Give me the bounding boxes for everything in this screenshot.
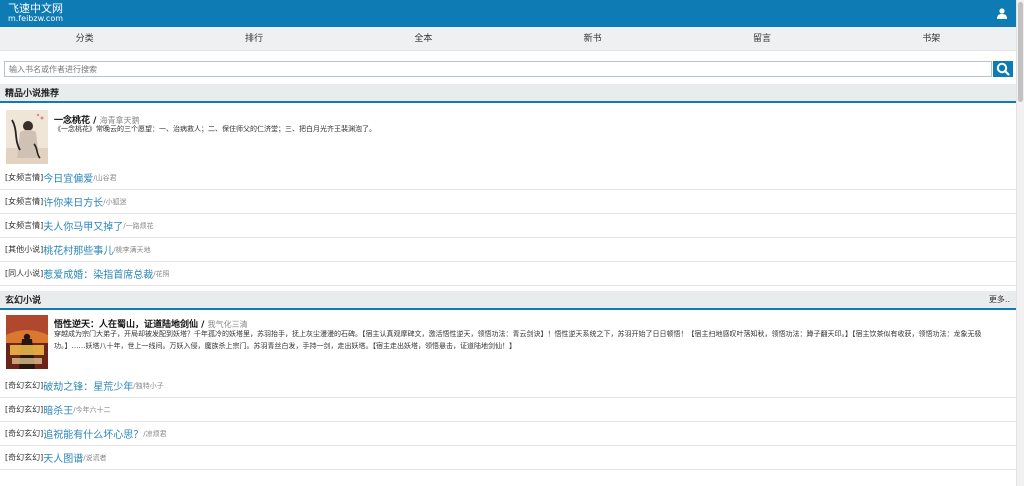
nav-item-bookshelf[interactable]: 书架 xyxy=(847,27,1016,50)
book-title-link[interactable]: 惹爱成婚：染指首席总裁 xyxy=(43,266,153,281)
section-header-recommended: 精品小说推荐 xyxy=(0,84,1016,103)
book-category: [同人小说] xyxy=(5,269,44,278)
book-title-link[interactable]: 破劫之锋：星荒少年 xyxy=(43,378,133,393)
section-title: 玄幻小说 xyxy=(5,296,42,306)
top-bar: 飞速中文网 m.feibzw.com xyxy=(0,0,1016,27)
search-button[interactable] xyxy=(993,61,1013,77)
nav-item-category[interactable]: 分类 xyxy=(0,27,169,50)
book-title-link[interactable]: 今日宜偏爱 xyxy=(43,170,93,185)
list-item: [女频言情] 今日宜偏爱 /山谷君 xyxy=(0,166,1016,190)
book-description: 穿越成为宗门大弟子，开局却被发配到妖塔？千年孤冷的妖塔里，苏羽抬手，抚上灰尘漫漫… xyxy=(54,330,982,350)
list-item: [女频言情] 夫人你马甲又掉了 /一路烦花 xyxy=(0,214,1016,238)
section-title: 精品小说推荐 xyxy=(5,89,60,99)
book-author: /凉烦君 xyxy=(143,429,167,438)
book-category: [奇幻玄幻] xyxy=(5,429,44,438)
book-category: [奇幻玄幻] xyxy=(5,405,44,414)
book-category: [女频言情] xyxy=(5,197,44,206)
main-content: 飞速中文网 m.feibzw.com 分类 排行 全本 新书 留言 书架 输入书… xyxy=(0,0,1016,486)
featured-book[interactable]: 一念桃花 / 海青拿天鹅 《一念桃花》常晚云的三个愿望：一、治病救人；二、保住师… xyxy=(0,103,1016,166)
book-title-link[interactable]: 天人图谱 xyxy=(43,450,83,465)
book-title-link[interactable]: 桃花村那些事儿 xyxy=(43,242,113,257)
book-title-link[interactable]: 暗杀王 xyxy=(43,402,73,417)
site-name: 飞速中文网 xyxy=(8,2,63,15)
nav-item-ranking[interactable]: 排行 xyxy=(169,27,338,50)
list-item: [女频言情] 许你来日方长 /小狐迷 xyxy=(0,190,1016,214)
search-icon xyxy=(996,62,1010,76)
nav-item-new-books[interactable]: 新书 xyxy=(508,27,677,50)
book-title-link[interactable]: 夫人你马甲又掉了 xyxy=(43,218,123,233)
list-item: [奇幻玄幻] 暗杀王 /今年六十二 xyxy=(0,398,1016,422)
book-author: /独特小子 xyxy=(133,381,164,390)
main-nav: 分类 排行 全本 新书 留言 书架 xyxy=(0,27,1016,51)
nav-item-complete[interactable]: 全本 xyxy=(339,27,508,50)
nav-item-messages[interactable]: 留言 xyxy=(677,27,846,50)
book-cover[interactable] xyxy=(6,110,48,164)
list-item: [奇幻玄幻] 追祝能有什么坏心思？ /凉烦君 xyxy=(0,422,1016,446)
user-icon[interactable] xyxy=(997,8,1007,19)
search-bar xyxy=(4,61,1013,79)
book-category: [女频言情] xyxy=(5,173,44,182)
site-domain: m.feibzw.com xyxy=(8,14,64,23)
book-category: [奇幻玄幻] xyxy=(5,453,44,462)
book-cover[interactable] xyxy=(6,315,48,369)
search-input[interactable] xyxy=(4,61,992,77)
book-author: /山谷君 xyxy=(93,173,117,182)
book-author: /一路烦花 xyxy=(123,221,154,230)
book-description: 《一念桃花》常晚云的三个愿望：一、治病救人；二、保住师父的仁济堂；三、把白月光齐… xyxy=(54,125,376,133)
book-title-link[interactable]: 许你来日方长 xyxy=(43,194,103,209)
book-category: [其他小说] xyxy=(5,245,44,254)
book-category: [奇幻玄幻] xyxy=(5,381,44,390)
book-author: /桃李满天地 xyxy=(113,245,151,254)
more-link[interactable]: 更多.. xyxy=(989,294,1010,305)
book-author: /说谎者 xyxy=(83,453,107,462)
book-author: /花照 xyxy=(153,269,170,278)
book-author: /小狐迷 xyxy=(103,197,127,206)
book-author: /今年六十二 xyxy=(73,405,111,414)
page: 飞速中文网 m.feibzw.com 分类 排行 全本 新书 留言 书架 输入书… xyxy=(0,0,1024,486)
book-title-link[interactable]: 追祝能有什么坏心思？ xyxy=(43,426,143,441)
site-logo[interactable]: 飞速中文网 m.feibzw.com xyxy=(8,3,63,23)
list-item: [奇幻玄幻] 破劫之锋：星荒少年 /独特小子 xyxy=(0,374,1016,398)
book-category: [女频言情] xyxy=(5,221,44,230)
list-item: [其他小说] 桃花村那些事儿 /桃李满天地 xyxy=(0,238,1016,262)
section-header-fantasy: 玄幻小说 更多.. xyxy=(0,291,1016,310)
featured-book[interactable]: 悟性逆天：人在蜀山，证道陆地剑仙 / 我气化三清 穿越成为宗门大弟子，开局却被发… xyxy=(0,310,1016,374)
list-item: [同人小说] 惹爱成婚：染指首席总裁 /花照 xyxy=(0,262,1016,286)
vertical-scrollbar[interactable] xyxy=(1016,0,1024,486)
list-item: [奇幻玄幻] 天人图谱 /说谎者 xyxy=(0,446,1016,470)
scrollbar-thumb[interactable] xyxy=(1018,2,1023,102)
